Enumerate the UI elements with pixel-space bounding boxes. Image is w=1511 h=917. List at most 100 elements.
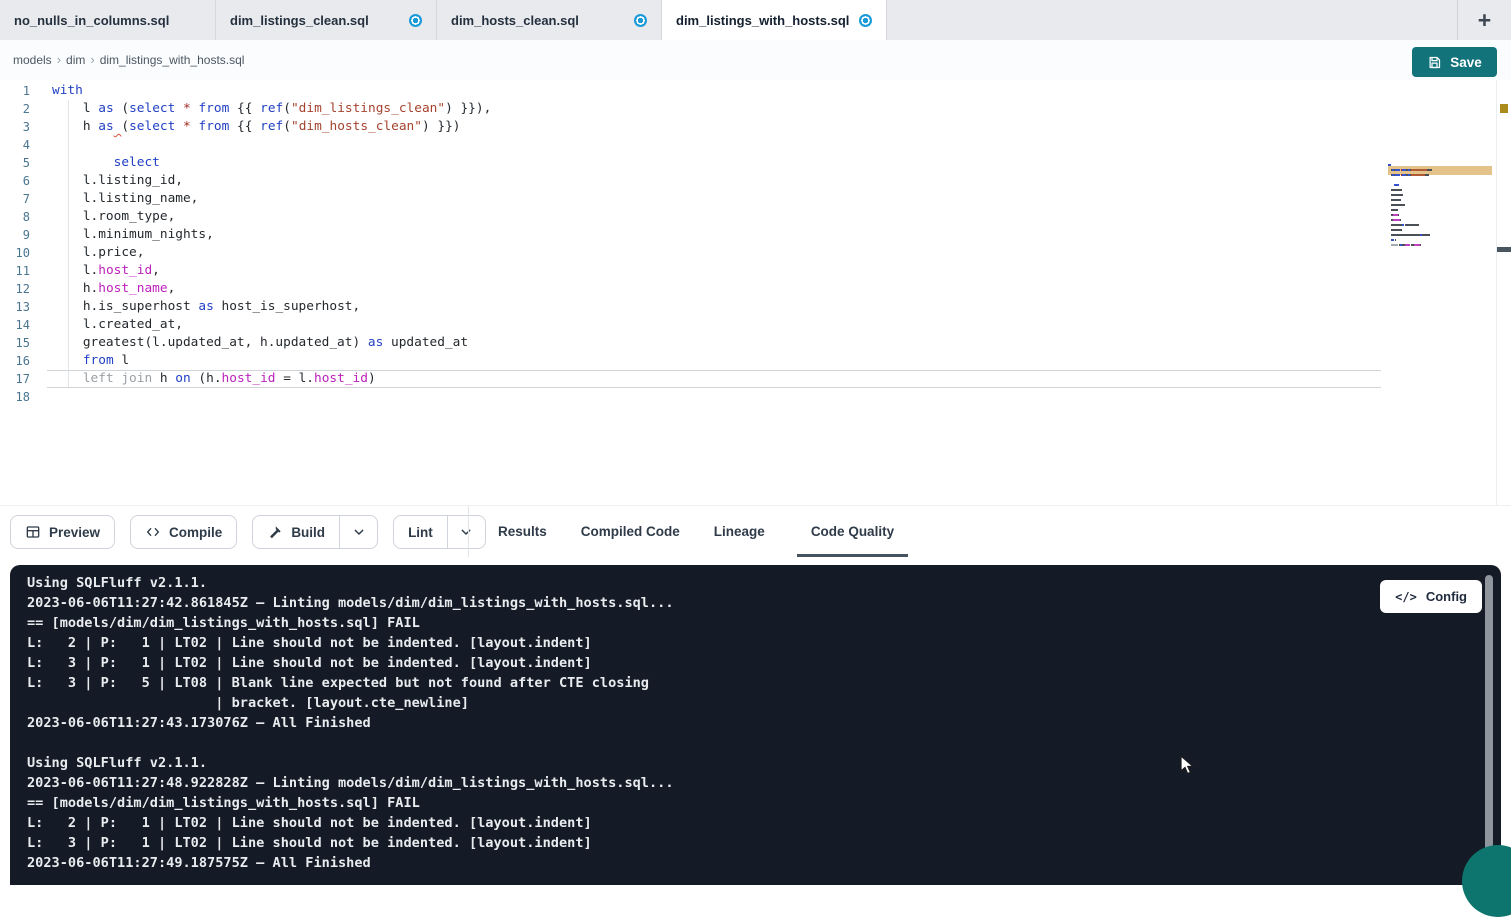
code-icon: </> <box>1395 590 1417 604</box>
code-line: with <box>52 82 1381 100</box>
code-line <box>52 136 1381 154</box>
code-line: l.listing_id, <box>52 172 1381 190</box>
new-tab-button[interactable]: + <box>1457 0 1511 40</box>
code-icon <box>145 524 161 540</box>
config-button[interactable]: </> Config <box>1380 580 1482 613</box>
code-line: h as (select * from {{ ref("dim_hosts_cl… <box>52 118 1381 136</box>
action-group-compile: Compile <box>130 515 237 549</box>
code-line: h.host_name, <box>52 280 1381 298</box>
grid-icon <box>25 524 41 540</box>
chevron-down-icon <box>458 524 474 540</box>
unsaved-changes-icon <box>409 14 422 27</box>
breadcrumb-item-models[interactable]: models <box>13 53 52 67</box>
tab-label: dim_listings_clean.sql <box>230 13 369 28</box>
chevron-right-icon: › <box>57 52 61 67</box>
panel-tab-compiled-code[interactable]: Compiled Code <box>579 506 682 557</box>
code-line: left join h on (h.host_id = l.host_id) <box>52 370 1381 388</box>
code-line <box>52 388 1381 406</box>
breadcrumb: models › dim › dim_listings_with_hosts.sql <box>10 51 247 69</box>
line-number: 4 <box>0 136 30 154</box>
tab-label: no_nulls_in_columns.sql <box>14 13 169 28</box>
scroll-position-marker[interactable] <box>1497 247 1511 252</box>
save-icon <box>1427 55 1442 70</box>
tab-dim-listings-with-hosts-sql[interactable]: dim_listings_with_hosts.sql <box>662 0 887 41</box>
panel-tab-label: Compiled Code <box>581 524 680 539</box>
tab-dim-listings-clean-sql[interactable]: dim_listings_clean.sql <box>216 0 437 40</box>
chevron-down-icon <box>351 524 367 540</box>
line-number-gutter: 123456789101112131415161718 <box>0 82 30 406</box>
breadcrumb-row: models › dim › dim_listings_with_hosts.sql S… <box>0 40 1511 80</box>
line-number: 7 <box>0 190 30 208</box>
line-number: 18 <box>0 388 30 406</box>
action-buttons: Preview Compile Build Lint <box>10 515 486 549</box>
line-number: 17 <box>0 370 30 388</box>
build-dropdown-button[interactable] <box>340 515 378 549</box>
breadcrumb-item-dim[interactable]: dim <box>66 53 85 67</box>
code-line: l.room_type, <box>52 208 1381 226</box>
action-button-label: Build <box>291 525 325 540</box>
panel-tab-label: Lineage <box>714 524 765 539</box>
unsaved-changes-icon <box>634 14 647 27</box>
code-editor[interactable]: 123456789101112131415161718 with l as (s… <box>0 80 1511 505</box>
code-content[interactable]: with l as (select * from {{ ref("dim_lis… <box>52 82 1381 406</box>
code-line: h.is_superhost as host_is_superhost, <box>52 298 1381 316</box>
code-line: l as (select * from {{ ref("dim_listings… <box>52 100 1381 118</box>
action-group-build: Build <box>252 515 378 549</box>
panel-tab-lineage[interactable]: Lineage <box>712 506 767 557</box>
line-number: 13 <box>0 298 30 316</box>
hammer-icon <box>267 524 283 540</box>
panel-tab-results[interactable]: Results <box>496 506 549 557</box>
action-button-label: Preview <box>49 525 100 540</box>
lint-output-terminal: Using SQLFluff v2.1.1. 2023-06-06T11:27:… <box>10 565 1501 885</box>
action-group-lint: Lint <box>393 515 486 549</box>
line-number: 16 <box>0 352 30 370</box>
result-panel-tabs: Results Compiled Code Lineage Code Quality <box>496 506 908 557</box>
actionbar-divider <box>468 506 469 557</box>
compile-button[interactable]: Compile <box>130 515 237 549</box>
plus-icon: + <box>1478 7 1491 34</box>
lint-dropdown-button[interactable] <box>448 515 486 549</box>
preview-button[interactable]: Preview <box>10 515 115 549</box>
editor-tab-bar: no_nulls_in_columns.sql dim_listings_clea… <box>0 0 1511 41</box>
panel-tab-code-quality[interactable]: Code Quality <box>797 506 908 557</box>
lint-button[interactable]: Lint <box>393 515 448 549</box>
line-number: 10 <box>0 244 30 262</box>
panel-tab-label: Results <box>498 524 547 539</box>
unsaved-changes-icon <box>859 14 872 27</box>
line-number: 2 <box>0 100 30 118</box>
tab-no-nulls-in-columns-sql[interactable]: no_nulls_in_columns.sql <box>0 0 216 40</box>
action-button-label: Compile <box>169 525 222 540</box>
terminal-scrollbar[interactable] <box>1485 575 1493 875</box>
action-button-label: Lint <box>408 525 433 540</box>
code-line: l.minimum_nights, <box>52 226 1381 244</box>
line-number: 11 <box>0 262 30 280</box>
code-line: l.host_id, <box>52 262 1381 280</box>
open-file-tabs: no_nulls_in_columns.sql dim_listings_clea… <box>0 0 887 40</box>
line-number: 8 <box>0 208 30 226</box>
line-number: 9 <box>0 226 30 244</box>
breadcrumb-item-dim-listings-with-hosts-sql[interactable]: dim_listings_with_hosts.sql <box>100 53 245 67</box>
config-button-label: Config <box>1426 589 1467 604</box>
line-number: 14 <box>0 316 30 334</box>
line-number: 1 <box>0 82 30 100</box>
tab-dim-hosts-clean-sql[interactable]: dim_hosts_clean.sql <box>437 0 662 40</box>
code-line: l.price, <box>52 244 1381 262</box>
code-line: l.created_at, <box>52 316 1381 334</box>
chevron-right-icon: › <box>90 52 94 67</box>
save-button[interactable]: Save <box>1412 47 1497 77</box>
code-line: from l <box>52 352 1381 370</box>
lint-warning-marker[interactable] <box>1500 104 1508 113</box>
action-group-preview: Preview <box>10 515 115 549</box>
line-number: 6 <box>0 172 30 190</box>
line-number: 5 <box>0 154 30 172</box>
line-number: 15 <box>0 334 30 352</box>
build-button[interactable]: Build <box>252 515 340 549</box>
code-line: l.listing_name, <box>52 190 1381 208</box>
panel-tab-label: Code Quality <box>811 524 894 539</box>
code-line: select <box>52 154 1381 172</box>
editor-minimap[interactable] <box>1388 162 1492 292</box>
editor-action-bar: Preview Compile Build Lint Results Compiled … <box>0 505 1511 557</box>
line-number: 12 <box>0 280 30 298</box>
tab-label: dim_listings_with_hosts.sql <box>676 13 849 28</box>
line-number: 3 <box>0 118 30 136</box>
